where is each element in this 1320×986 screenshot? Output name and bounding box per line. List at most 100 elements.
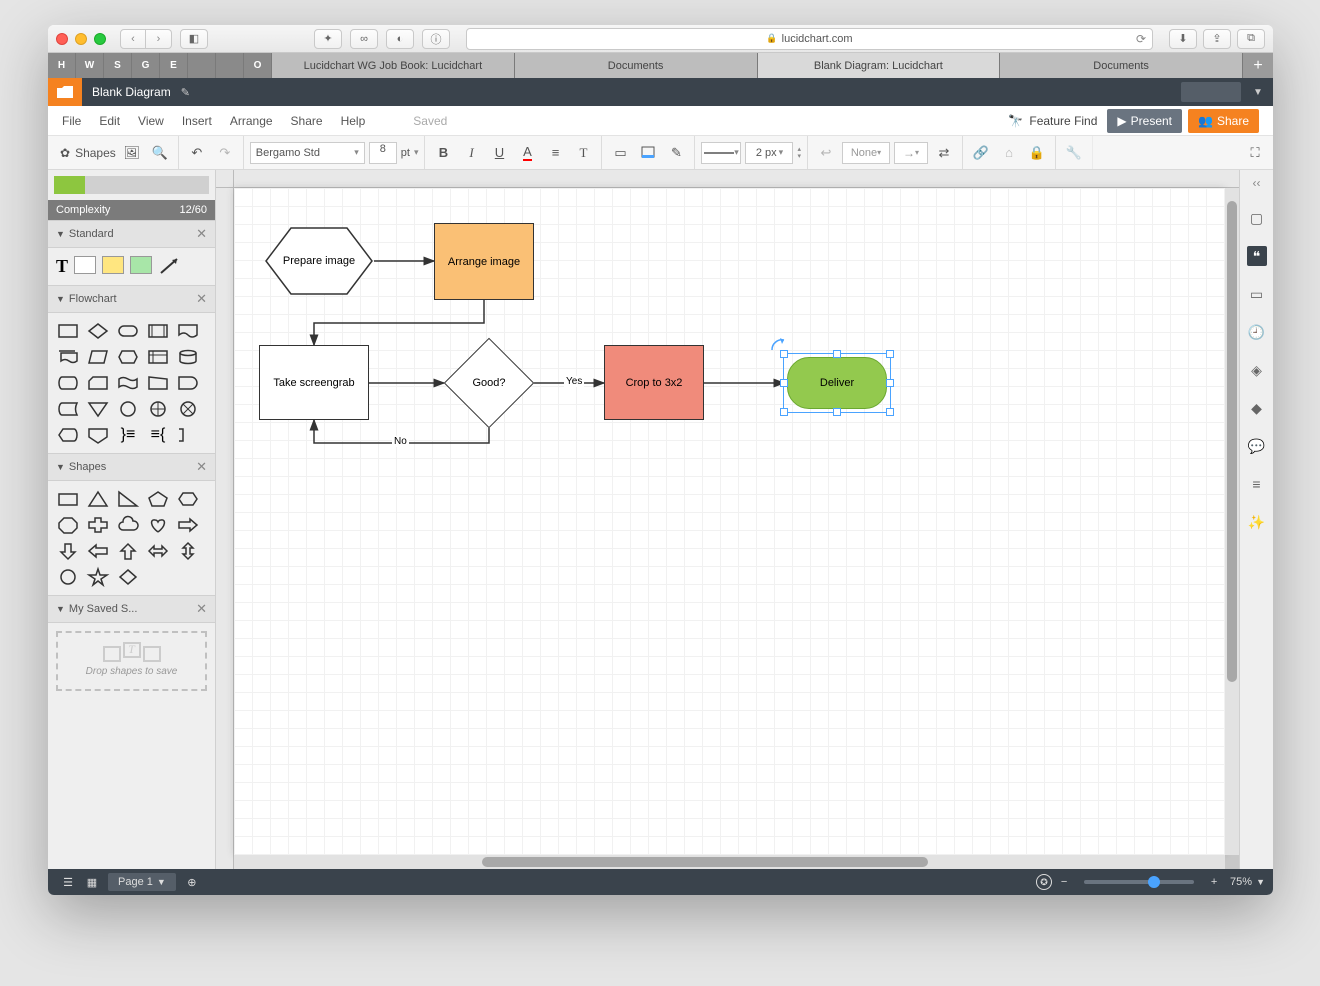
- text-color-button[interactable]: A: [515, 141, 539, 165]
- menu-file[interactable]: File: [62, 114, 81, 128]
- fullscreen-button[interactable]: ⛶: [1243, 141, 1267, 165]
- shape-decision[interactable]: [86, 321, 110, 341]
- shape-note[interactable]: [176, 425, 200, 445]
- share-os-icon[interactable]: ⇪: [1203, 29, 1231, 49]
- zoom-slider[interactable]: [1084, 880, 1194, 884]
- shape-preparation[interactable]: [116, 347, 140, 367]
- text-box-button[interactable]: T: [571, 141, 595, 165]
- comment-icon[interactable]: 💬: [1247, 436, 1267, 456]
- canvas[interactable]: Prepare image Arrange image Take screeng…: [234, 188, 1225, 855]
- swatch-yellow[interactable]: [102, 256, 124, 274]
- shape-octagon[interactable]: [56, 515, 80, 535]
- tab-group-w[interactable]: W: [76, 53, 104, 78]
- shape-document[interactable]: [176, 321, 200, 341]
- shape-circle[interactable]: [56, 567, 80, 587]
- zoom-in-button[interactable]: +: [1202, 872, 1226, 892]
- line-width-select[interactable]: 2 px▾: [745, 142, 793, 164]
- shape-multidoc[interactable]: [56, 347, 80, 367]
- shape-diamond2[interactable]: [116, 567, 140, 587]
- scrollbar-horizontal[interactable]: [234, 855, 1225, 869]
- align-button[interactable]: ≡: [543, 141, 567, 165]
- shape-arrow-ud[interactable]: [176, 541, 200, 561]
- shape-manual[interactable]: [146, 373, 170, 393]
- tab-group-apple1[interactable]: [188, 53, 216, 78]
- user-menu-caret[interactable]: ▼: [1249, 87, 1267, 98]
- share-button[interactable]: 👥 Share: [1188, 109, 1259, 133]
- swatch-green[interactable]: [130, 256, 152, 274]
- user-badge[interactable]: [1181, 82, 1241, 102]
- menu-edit[interactable]: Edit: [99, 114, 120, 128]
- saved-drop-zone[interactable]: T Drop shapes to save: [56, 631, 207, 691]
- shape-or[interactable]: [146, 399, 170, 419]
- node-good-decision[interactable]: Good?: [444, 338, 534, 428]
- magic-icon[interactable]: ✨: [1247, 512, 1267, 532]
- shape-connector[interactable]: [116, 399, 140, 419]
- sidebar-toggle-button[interactable]: ◧: [180, 29, 208, 49]
- address-bar[interactable]: 🔒 lucidchart.com ⟳: [466, 28, 1153, 50]
- tab-group-e[interactable]: E: [160, 53, 188, 78]
- underline-button[interactable]: U: [487, 141, 511, 165]
- zoom-caret[interactable]: ▼: [1256, 877, 1265, 887]
- lock-button[interactable]: 🔒: [1025, 141, 1049, 165]
- italic-button[interactable]: I: [459, 141, 483, 165]
- shape-database[interactable]: [176, 347, 200, 367]
- text-tool[interactable]: T: [56, 256, 68, 277]
- font-size-input[interactable]: 8: [369, 142, 397, 164]
- redo-button[interactable]: ↷: [213, 141, 237, 165]
- list-view-button[interactable]: ☰: [56, 872, 80, 892]
- line-color-button[interactable]: ✎: [664, 141, 688, 165]
- node-deliver[interactable]: Deliver: [787, 357, 887, 409]
- tab-group-h[interactable]: H: [48, 53, 76, 78]
- font-select[interactable]: Bergamo Std▾: [250, 142, 365, 164]
- line-style-select[interactable]: ▾: [701, 142, 741, 164]
- close-window-button[interactable]: [56, 33, 68, 45]
- extension-icon-4[interactable]: ⓘ: [422, 29, 450, 49]
- shape-process[interactable]: [56, 321, 80, 341]
- shape-cross[interactable]: [86, 515, 110, 535]
- menu-insert[interactable]: Insert: [182, 114, 212, 128]
- size-caret[interactable]: ▾: [414, 147, 419, 158]
- shape-sum[interactable]: [176, 399, 200, 419]
- shape-brace-close[interactable]: ≡{: [146, 425, 170, 445]
- node-crop[interactable]: Crop to 3x2: [604, 345, 704, 420]
- shape-star[interactable]: [86, 567, 110, 587]
- border-color-button[interactable]: [636, 141, 660, 165]
- arrow-start-select[interactable]: None ▾: [842, 142, 890, 164]
- minimize-window-button[interactable]: [75, 33, 87, 45]
- presentation-icon[interactable]: ▭: [1247, 284, 1267, 304]
- layers-icon[interactable]: ◈: [1247, 360, 1267, 380]
- tab-group-g[interactable]: G: [132, 53, 160, 78]
- shape-data[interactable]: [86, 347, 110, 367]
- fill-button[interactable]: ▭: [608, 141, 632, 165]
- shape-brace-open[interactable]: }≡: [116, 425, 140, 445]
- wrench-button[interactable]: 🔧: [1062, 141, 1086, 165]
- swap-ends-button[interactable]: ⇄: [932, 141, 956, 165]
- browser-tab[interactable]: Documents: [515, 53, 758, 78]
- node-take-screengrab[interactable]: Take screengrab: [259, 345, 369, 420]
- node-prepare-image[interactable]: Prepare image: [264, 226, 374, 296]
- data-icon[interactable]: ◆: [1247, 398, 1267, 418]
- close-section-icon[interactable]: ✕: [196, 601, 207, 617]
- section-standard-header[interactable]: ▼Standard ✕: [48, 221, 215, 248]
- history-icon[interactable]: 🕘: [1247, 322, 1267, 342]
- shape-offpage[interactable]: [86, 425, 110, 445]
- shape-triangle[interactable]: [86, 489, 110, 509]
- tabs-icon[interactable]: ⧉: [1237, 29, 1265, 49]
- zoom-out-button[interactable]: −: [1052, 872, 1076, 892]
- add-page-button[interactable]: ⊕: [180, 872, 204, 892]
- browser-tab[interactable]: Lucidchart WG Job Book: Lucidchart: [272, 53, 515, 78]
- page-icon[interactable]: ▢: [1247, 208, 1267, 228]
- link-button[interactable]: 🔗: [969, 141, 993, 165]
- shape-directdata[interactable]: [56, 373, 80, 393]
- shape-heart[interactable]: [146, 515, 170, 535]
- close-section-icon[interactable]: ✕: [196, 459, 207, 475]
- arrow-tool[interactable]: [158, 256, 182, 276]
- shape-arrow-down[interactable]: [56, 541, 80, 561]
- extension-icon-2[interactable]: ∞: [350, 29, 378, 49]
- shape-display[interactable]: [56, 425, 80, 445]
- shape-pentagon[interactable]: [146, 489, 170, 509]
- tab-group-apple2[interactable]: [216, 53, 244, 78]
- line-width-stepper[interactable]: ▴▾: [797, 146, 801, 160]
- shape-stored[interactable]: [56, 399, 80, 419]
- close-section-icon[interactable]: ✕: [196, 226, 207, 242]
